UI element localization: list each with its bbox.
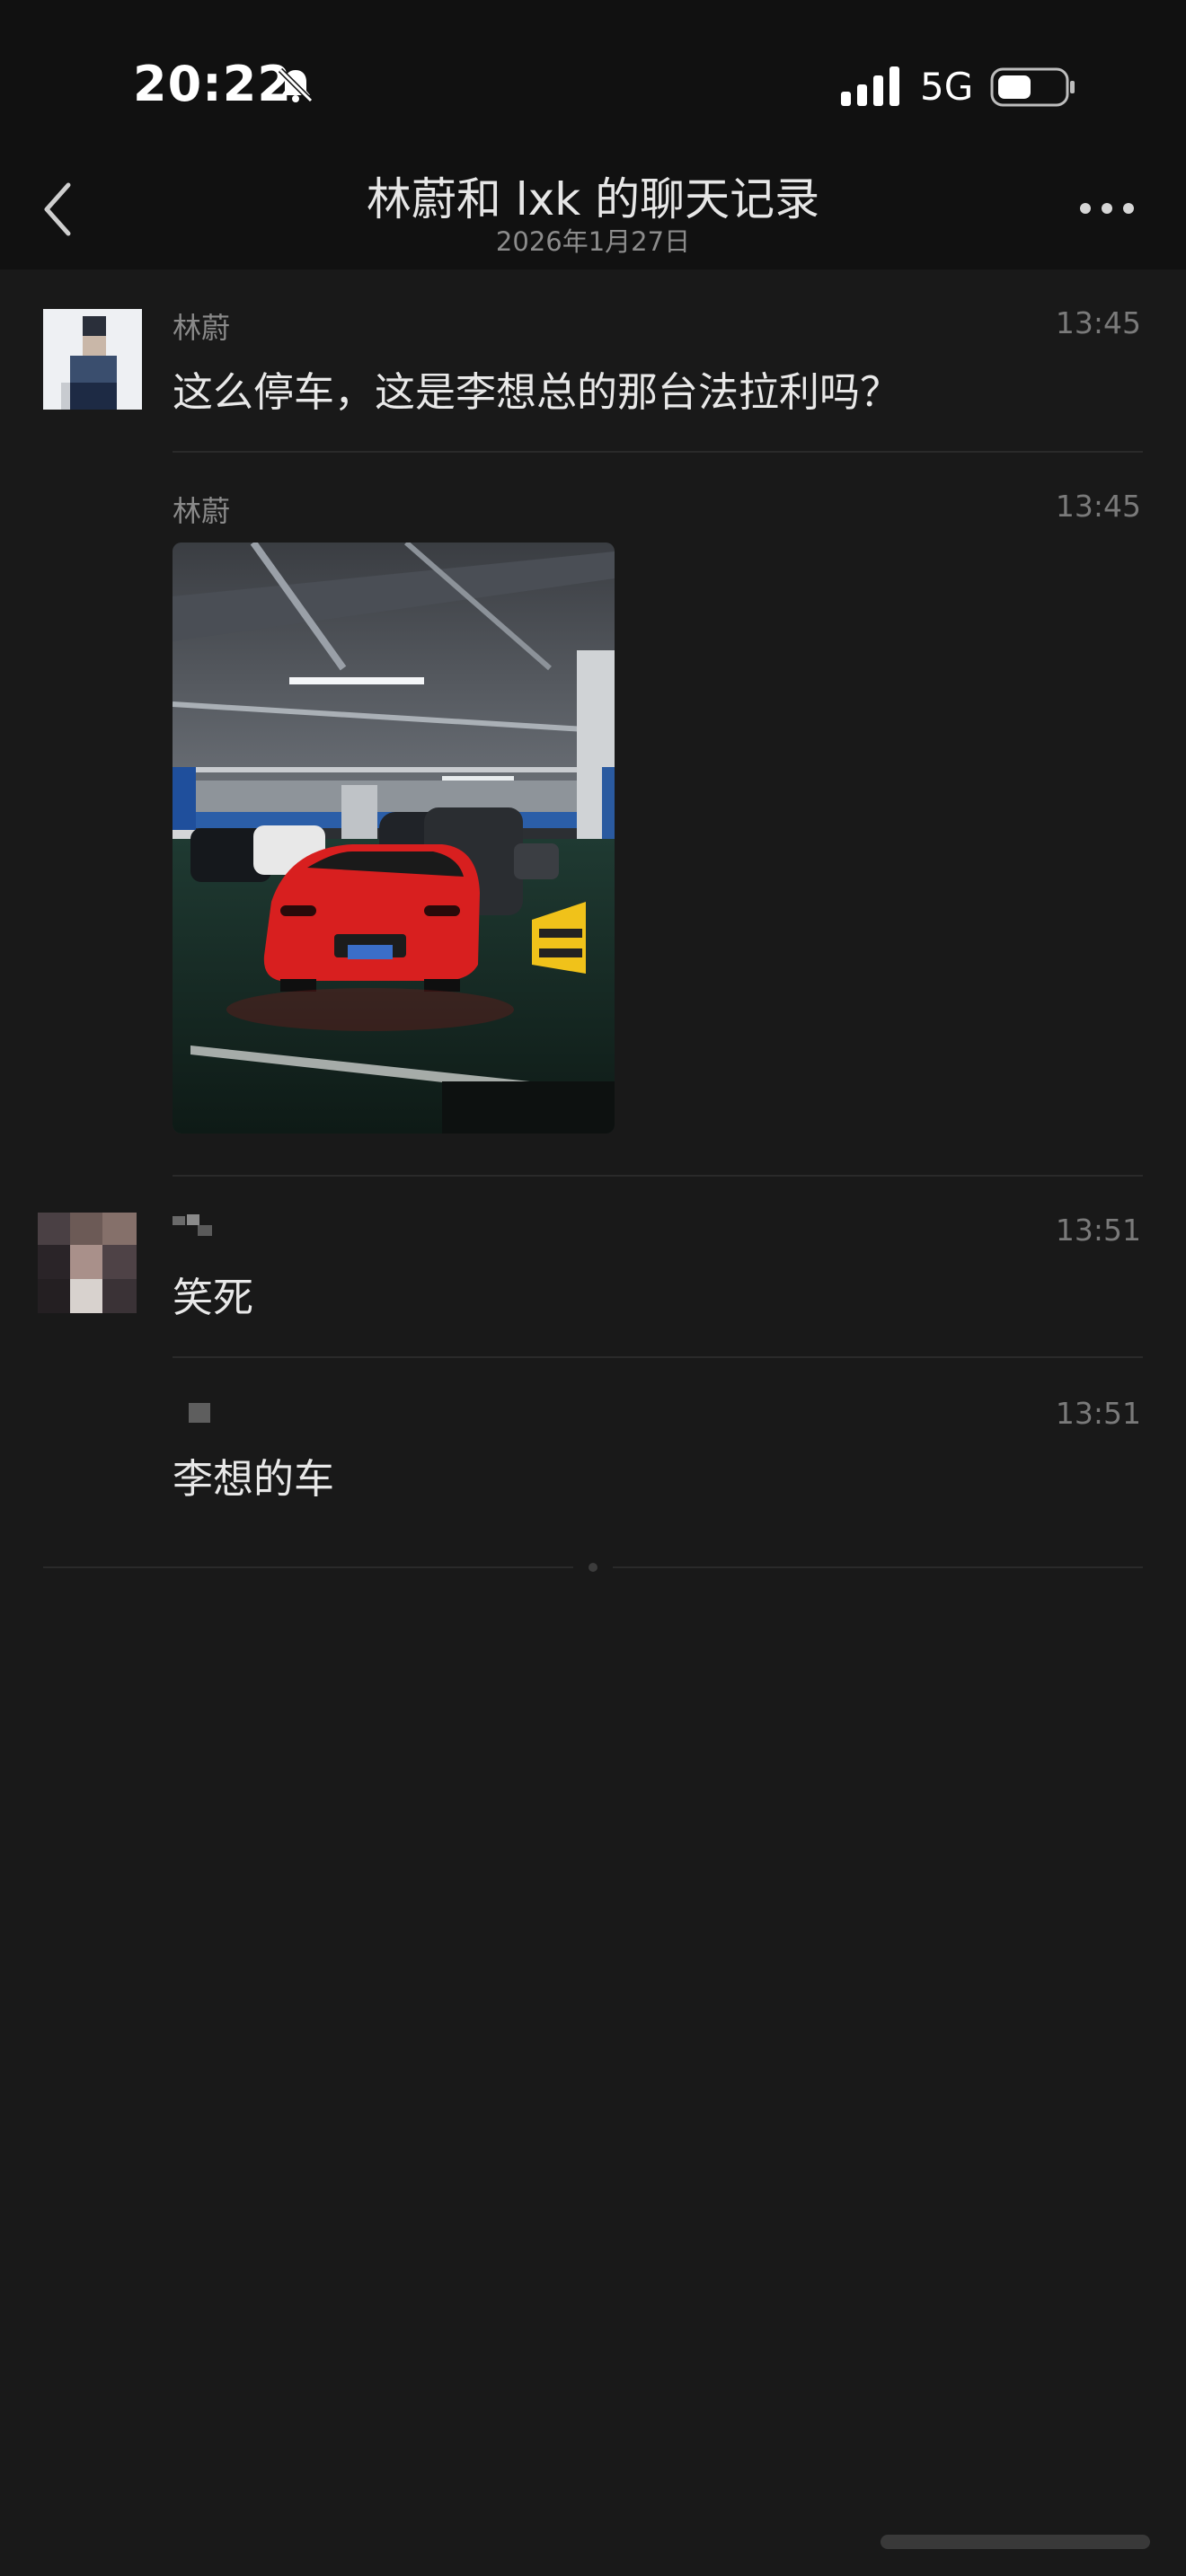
end-divider-left [43,1566,573,1568]
top-bar: 20:22 5G 林蔚和 lxk 的聊天记录 2026年1月27日 [0,0,1186,269]
sender-name: 林蔚 [173,494,231,528]
message-text: 笑死 [173,1274,254,1321]
divider [173,451,1143,453]
avatar[interactable] [38,1213,137,1313]
more-icon[interactable] [1078,199,1136,217]
pixelated-sender-name [189,1403,210,1423]
end-dot [589,1563,597,1572]
muted-bell-icon [278,67,314,103]
home-indicator [881,2535,1150,2549]
parking-garage-ferrari-photo[interactable] [173,543,615,1134]
message-text: 这么停车，这是李想总的那台法拉利吗？ [173,368,901,416]
divider [173,1175,1143,1177]
avatar[interactable] [43,309,142,410]
signal-icon [841,66,899,106]
message-time: 13:45 [1055,489,1141,524]
pixelated-sender-name [173,1214,212,1236]
end-divider-right [613,1566,1143,1568]
network-type: 5G [920,65,974,109]
status-time: 20:22 [133,56,292,112]
message-time: 13:45 [1055,305,1141,340]
message-time: 13:51 [1055,1396,1141,1431]
sender-name: 林蔚 [173,311,231,345]
divider [173,1356,1143,1358]
chat-history-title: 林蔚和 lxk 的聊天记录 [366,173,820,225]
battery-icon [990,67,1075,107]
message-time: 13:51 [1055,1213,1141,1248]
message-text: 李想的车 [173,1455,335,1503]
chat-date: 2026年1月27日 [495,226,691,257]
